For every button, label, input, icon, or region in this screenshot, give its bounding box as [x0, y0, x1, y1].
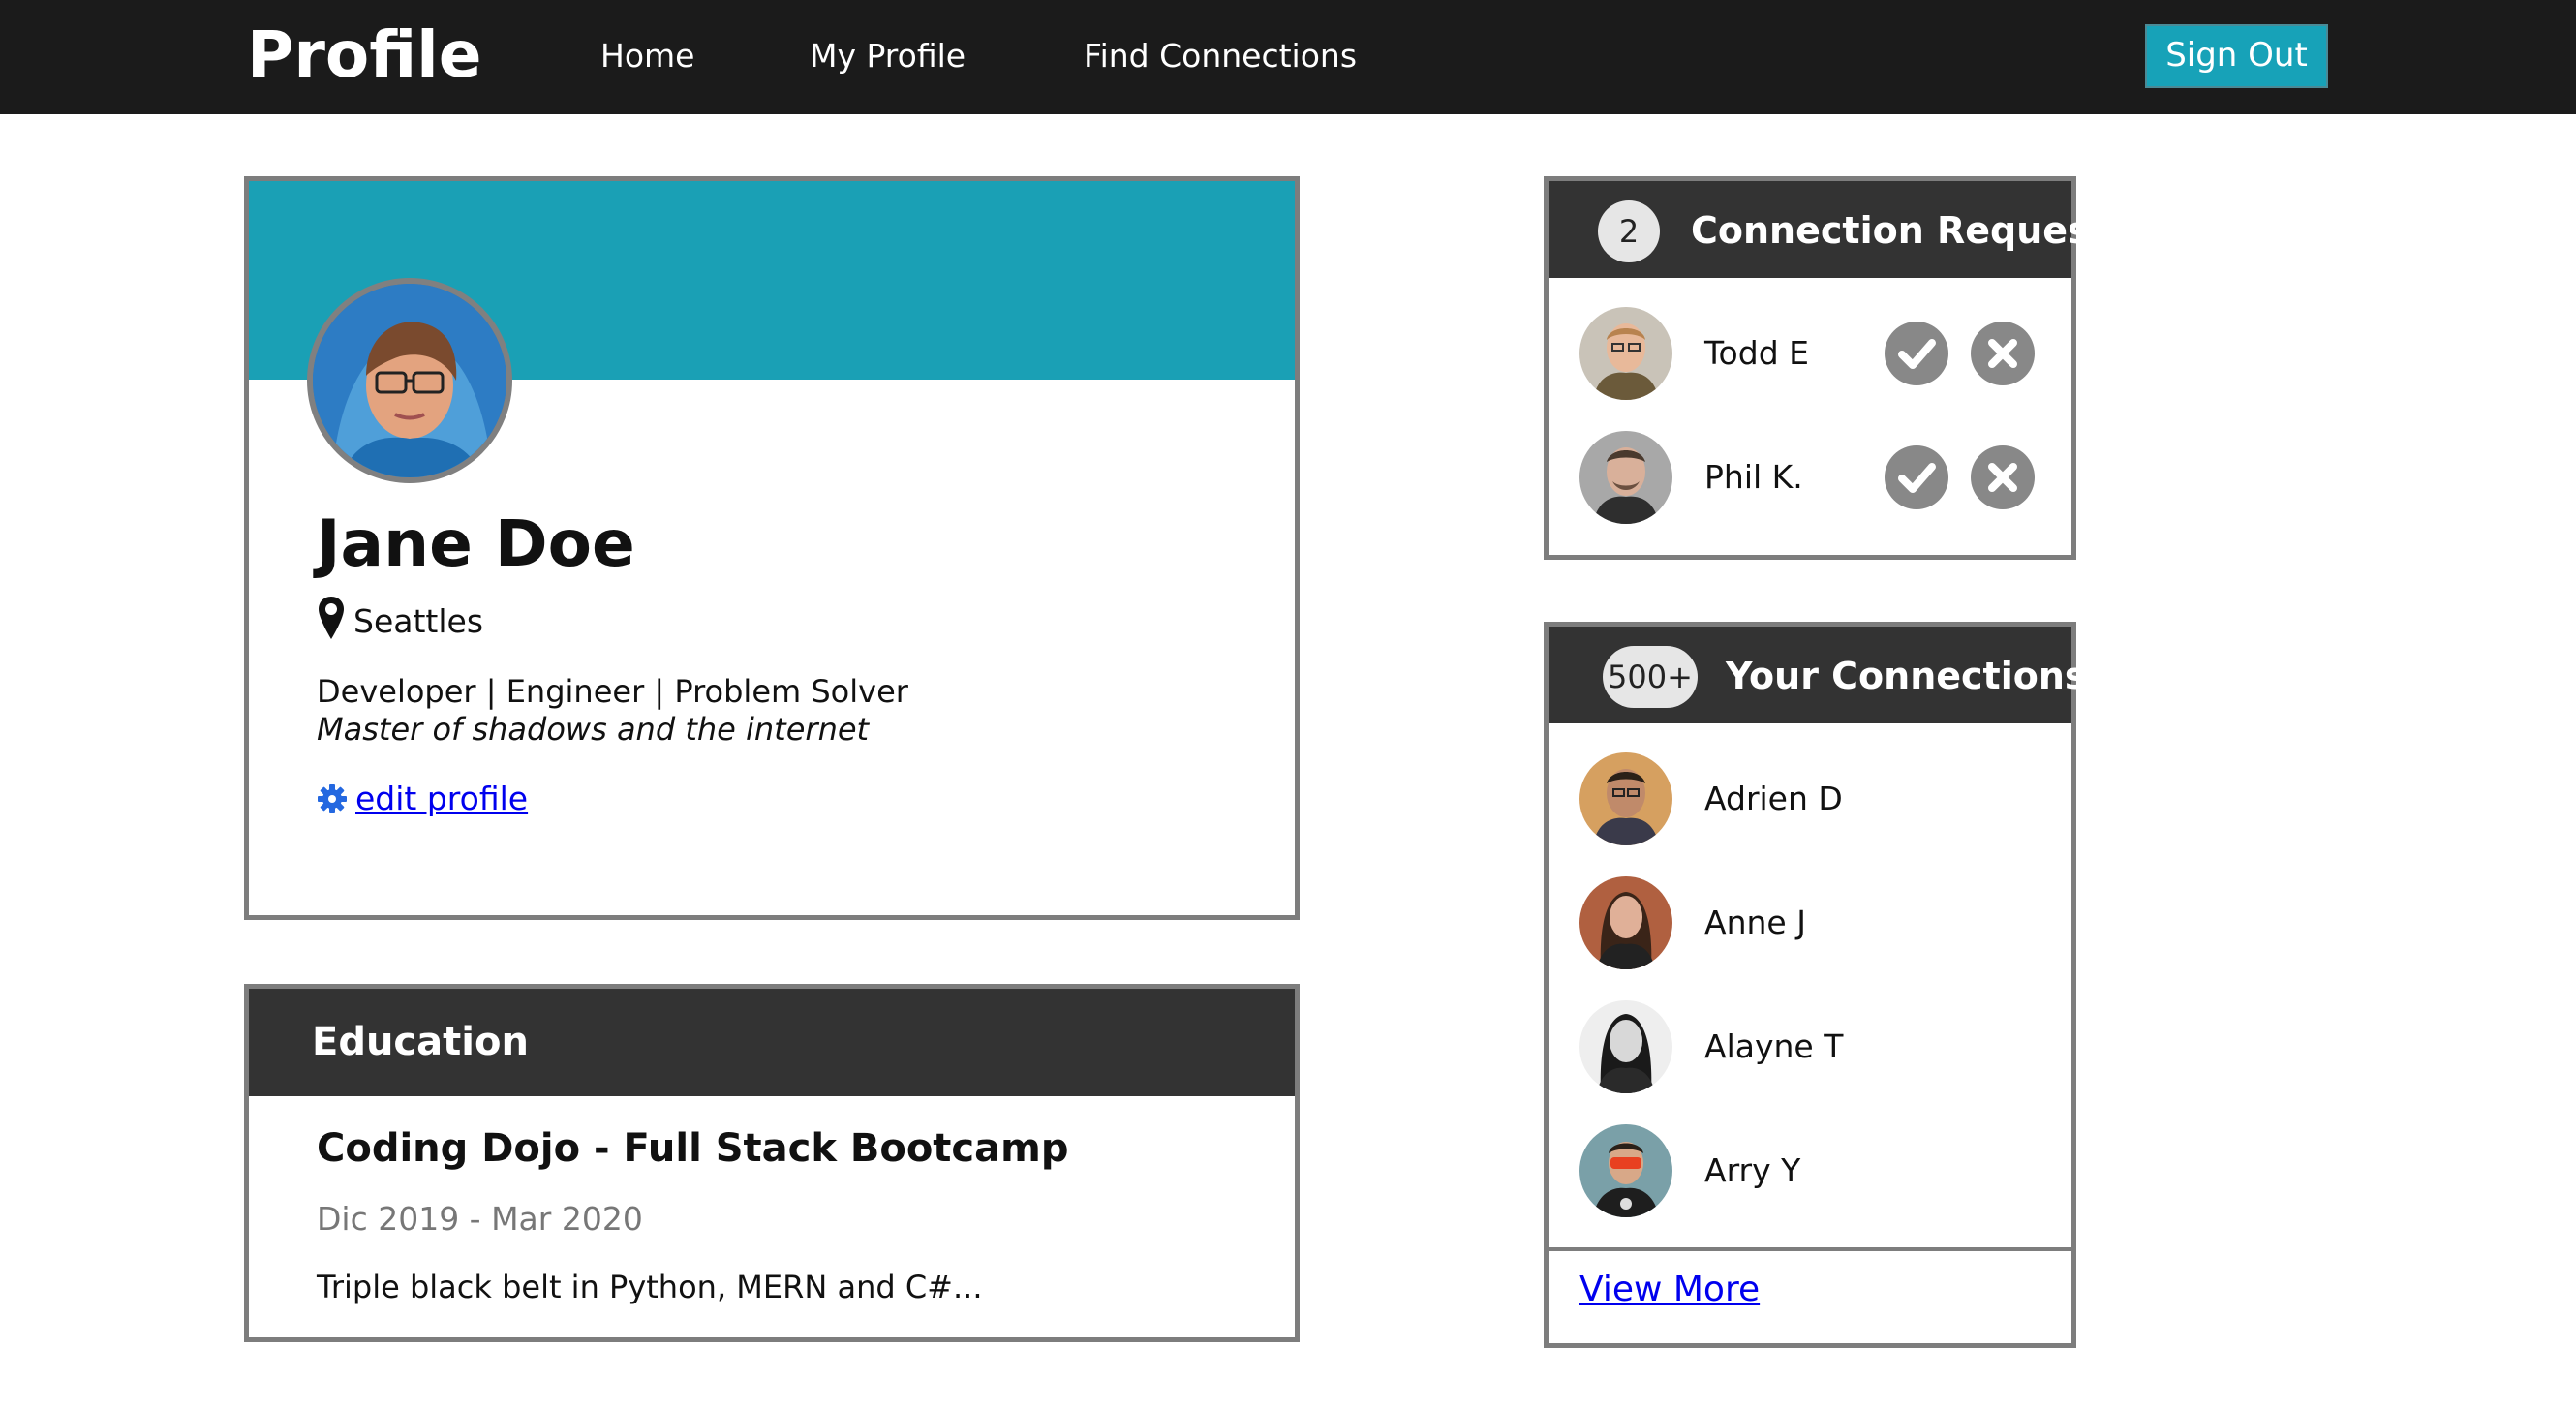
avatar	[1579, 876, 1672, 969]
nav-home-link[interactable]: Home	[600, 35, 694, 77]
connection-row[interactable]: Arry Y	[1579, 1124, 2044, 1217]
bio-line-1: Developer | Engineer | Problem Solver	[317, 673, 908, 710]
connection-name[interactable]: Arry Y	[1704, 1150, 1800, 1191]
education-card: Education Coding Dojo - Full Stack Bootc…	[244, 984, 1300, 1342]
profile-avatar	[307, 278, 512, 483]
profile-card: Jane Doe Seattles Developer | Engineer |…	[244, 176, 1300, 920]
education-school: Coding Dojo - Full Stack Bootcamp	[317, 1126, 1069, 1171]
check-icon	[1885, 322, 1948, 385]
connections-count-badge: 500+	[1603, 646, 1698, 708]
avatar	[1579, 1124, 1672, 1217]
connection-name[interactable]: Anne J	[1704, 903, 1806, 943]
connection-request-title: Connection Request	[1691, 209, 2107, 252]
profile-location: Seattles	[317, 593, 483, 641]
connection-row[interactable]: Adrien D	[1579, 752, 2044, 845]
view-more-link[interactable]: View More	[1579, 1270, 1760, 1309]
request-name[interactable]: Todd E	[1704, 333, 1809, 374]
request-count-badge: 2	[1598, 200, 1660, 262]
request-row: Phil K.	[1579, 431, 2044, 524]
avatar	[1579, 431, 1672, 524]
connection-name[interactable]: Adrien D	[1704, 779, 1843, 819]
edit-profile-link[interactable]: edit profile	[317, 780, 528, 817]
connection-row[interactable]: Alayne T	[1579, 1000, 2044, 1093]
nav-find-connections-link[interactable]: Find Connections	[1084, 35, 1357, 77]
check-icon	[1885, 445, 1948, 509]
avatar	[1579, 1000, 1672, 1093]
accept-button[interactable]	[1885, 322, 1948, 385]
decline-button[interactable]	[1971, 322, 2035, 385]
edit-profile-label[interactable]: edit profile	[355, 780, 528, 817]
request-row: Todd E	[1579, 307, 2044, 400]
accept-button[interactable]	[1885, 445, 1948, 509]
map-pin-icon	[319, 597, 344, 639]
location-text: Seattles	[353, 602, 484, 640]
top-navbar: Profile Home My Profile Find Connections…	[0, 0, 2576, 114]
close-icon	[1971, 445, 2035, 509]
profile-name: Jane Doe	[317, 506, 635, 581]
connection-request-card: 2 Connection Request Todd E Phil K.	[1544, 176, 2107, 560]
your-connections-card: 500+ Your Connections Adrien D Anne J Al…	[1544, 622, 2087, 1348]
connection-name[interactable]: Alayne T	[1704, 1027, 1843, 1067]
your-connections-title: Your Connections	[1726, 655, 2087, 697]
gear-icon	[318, 783, 347, 813]
close-icon	[1971, 322, 2035, 385]
connection-request-header: 2 Connection Request	[1549, 181, 2107, 278]
sign-out-button[interactable]: Sign Out	[2145, 24, 2328, 88]
bio-line-2: Master of shadows and the internet	[317, 711, 870, 748]
avatar	[1579, 307, 1672, 400]
education-dates: Dic 2019 - Mar 2020	[317, 1200, 643, 1238]
avatar	[1579, 752, 1672, 845]
your-connections-header: 500+ Your Connections	[1549, 627, 2087, 723]
education-description: Triple black belt in Python, MERN and C#…	[317, 1269, 983, 1305]
view-more-divider	[1549, 1247, 2071, 1251]
nav-my-profile-link[interactable]: My Profile	[810, 35, 966, 77]
education-header: Education	[249, 989, 1295, 1096]
connection-row[interactable]: Anne J	[1579, 876, 2044, 969]
request-name[interactable]: Phil K.	[1704, 457, 1803, 498]
education-title: Education	[312, 1020, 529, 1064]
brand-logo[interactable]: Profile	[247, 14, 482, 97]
profile-bio: Developer | Engineer | Problem Solver Ma…	[317, 673, 908, 749]
decline-button[interactable]	[1971, 445, 2035, 509]
